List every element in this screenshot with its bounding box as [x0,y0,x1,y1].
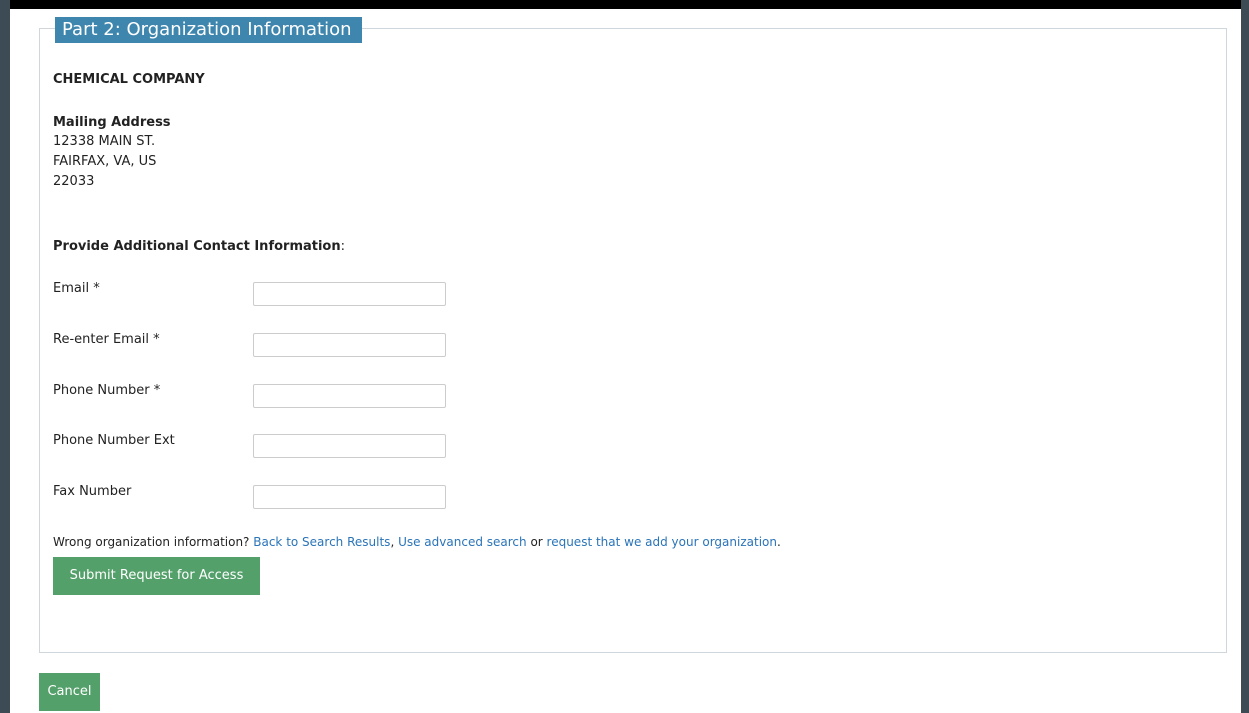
fax-number-label: Fax Number [53,484,132,499]
section-legend: Part 2: Organization Information [55,17,362,43]
wrong-info-separator-1: , [390,535,399,549]
phone-ext-field[interactable] [253,434,446,458]
wrong-info-separator-2: or [526,535,547,549]
email-field[interactable] [253,282,446,306]
phone-number-label: Phone Number * [53,383,161,398]
phone-ext-label: Phone Number Ext [53,433,175,448]
organization-name: CHEMICAL COMPANY [53,72,205,87]
request-add-organization-link[interactable]: request that we add your organization [547,535,777,549]
window-right-edge [1241,0,1249,713]
email-label: Email * [53,281,100,296]
fax-number-field[interactable] [253,485,446,509]
contact-info-heading-colon: : [340,239,346,254]
wrong-info-period: . [776,535,781,549]
reenter-email-label: Re-enter Email * [53,332,160,347]
reenter-email-field[interactable] [253,333,446,357]
wrong-info-prefix: Wrong organization information? [53,535,254,549]
back-to-search-results-link[interactable]: Back to Search Results [253,535,390,549]
wrong-info-line: Wrong organization information? Back to … [53,535,781,549]
main-content: Part 2: Organization Information CHEMICA… [10,9,1241,713]
phone-number-field[interactable] [253,384,446,408]
cancel-button[interactable]: Cancel [39,673,100,711]
contact-info-heading-text: Provide Additional Contact Information [53,239,341,254]
address-line-zip: 22033 [53,174,95,189]
window-top-edge [0,0,1249,9]
address-line-street: 12338 MAIN ST. [53,134,156,149]
advanced-search-link[interactable]: Use advanced search [398,535,527,549]
contact-info-heading: Provide Additional Contact Information: [53,239,345,254]
submit-request-button[interactable]: Submit Request for Access [53,557,260,595]
window-left-edge [0,0,10,713]
mailing-address-title: Mailing Address [53,115,171,130]
address-line-city: FAIRFAX, VA, US [53,154,157,169]
